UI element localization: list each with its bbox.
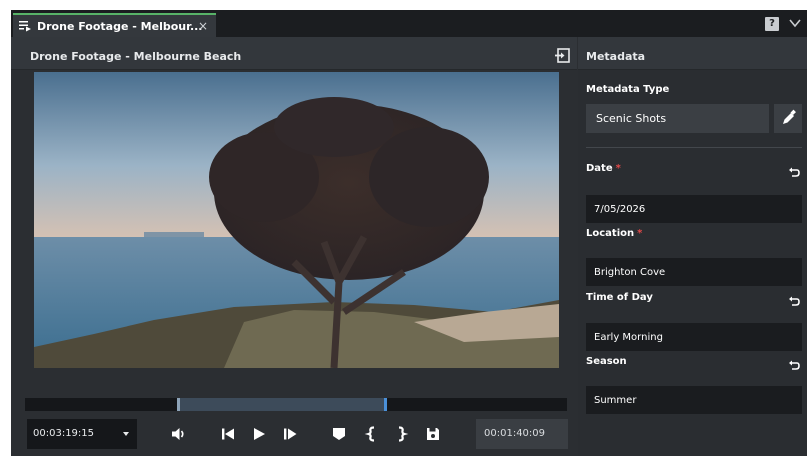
playlist-icon — [19, 21, 31, 32]
duration-timecode-text: 00:01:40:09 — [484, 428, 546, 439]
volume-icon[interactable] — [171, 426, 187, 442]
time-of-day-field[interactable]: Early Morning — [586, 323, 802, 351]
date-label: Date * — [586, 163, 621, 174]
location-label-text: Location — [586, 228, 635, 239]
video-frame[interactable] — [34, 72, 559, 368]
metadata-type-label: Metadata Type — [586, 84, 670, 95]
current-timecode-dropdown[interactable]: 00:03:19:15 — [27, 419, 137, 449]
chevron-down-icon[interactable] — [788, 16, 802, 30]
mark-out-icon[interactable] — [394, 426, 410, 442]
timeline-in-marker[interactable] — [177, 398, 180, 411]
date-value: 7/05/2026 — [594, 204, 646, 215]
mark-in-icon[interactable] — [363, 426, 379, 442]
timeline-playhead[interactable] — [384, 398, 387, 411]
season-value: Summer — [594, 395, 637, 406]
viewer-header: Drone Footage - Melbourne Beach — [11, 37, 577, 70]
metadata-panel: Metadata Metadata Type Scenic Shots Date… — [578, 37, 807, 456]
current-timecode: 00:03:19:15 — [33, 428, 95, 439]
season-label: Season — [586, 356, 627, 367]
metadata-panel-title: Metadata — [586, 50, 646, 63]
metadata-type-select[interactable]: Scenic Shots — [586, 104, 769, 133]
add-marker-icon[interactable] — [331, 426, 347, 442]
required-marker: * — [637, 228, 643, 239]
play-icon[interactable] — [251, 426, 267, 442]
chevron-down-icon — [123, 432, 129, 436]
date-label-text: Date — [586, 163, 613, 174]
date-field[interactable]: 7/05/2026 — [586, 195, 802, 223]
tab-bar: Drone Footage - Melbour... × ? — [11, 10, 807, 37]
help-button[interactable]: ? — [765, 17, 779, 31]
step-forward-icon[interactable] — [282, 426, 298, 442]
location-label: Location * — [586, 228, 642, 239]
undo-icon[interactable] — [788, 166, 800, 178]
divider — [586, 147, 802, 148]
collapse-panel-icon[interactable] — [555, 48, 570, 63]
metadata-type-value: Scenic Shots — [596, 112, 667, 125]
time-of-day-value: Early Morning — [594, 332, 663, 343]
app-window: Drone Footage - Melbour... × ? Drone Foo… — [11, 10, 807, 456]
undo-icon[interactable] — [788, 359, 800, 371]
step-back-icon[interactable] — [220, 426, 236, 442]
time-of-day-label: Time of Day — [586, 292, 653, 303]
edit-metadata-type-button[interactable] — [774, 104, 802, 133]
tab-title: Drone Footage - Melbour... — [37, 19, 203, 33]
metadata-panel-header: Metadata — [578, 37, 807, 70]
duration-timecode: 00:01:40:09 — [476, 419, 568, 449]
timeline-selected-range — [177, 398, 387, 411]
undo-icon[interactable] — [788, 295, 800, 307]
location-field[interactable]: Brighton Cove — [586, 258, 802, 286]
tab-drone-footage[interactable]: Drone Footage - Melbour... × — [13, 13, 216, 37]
season-field[interactable]: Summer — [586, 386, 802, 414]
location-value: Brighton Cove — [594, 267, 666, 278]
save-icon[interactable] — [425, 426, 441, 442]
tab-close-button[interactable]: × — [198, 19, 208, 33]
timeline-scrubber[interactable] — [25, 398, 567, 411]
required-marker: * — [615, 163, 621, 174]
viewer-title: Drone Footage - Melbourne Beach — [30, 50, 242, 63]
pencil-icon — [783, 109, 796, 124]
